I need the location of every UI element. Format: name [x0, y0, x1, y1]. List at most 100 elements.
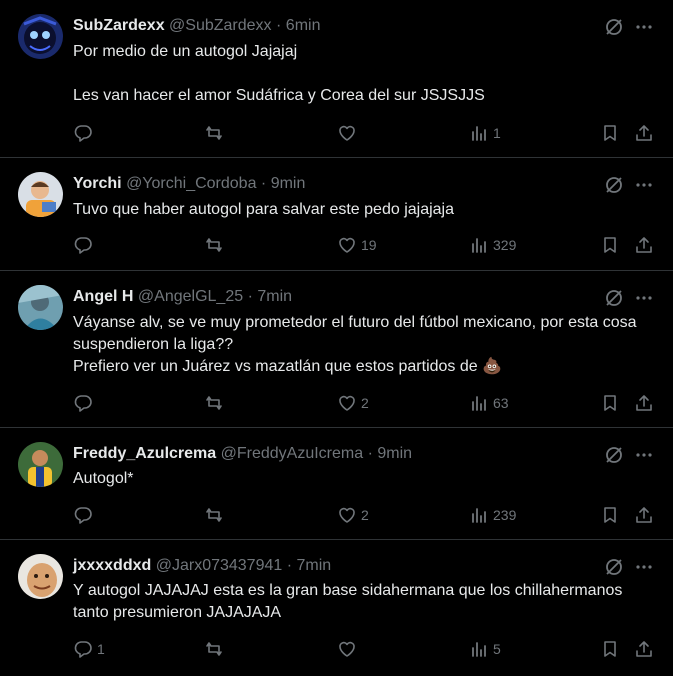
share-button[interactable] — [634, 234, 654, 256]
tweet-header: jxxxxddxd @Jarx073437941 · 7min — [73, 555, 331, 577]
repost-button[interactable] — [204, 504, 228, 526]
bookmark-icon — [604, 641, 616, 657]
bookmark-button[interactable] — [600, 122, 620, 144]
reply-button[interactable] — [73, 234, 97, 256]
timestamp[interactable]: 7min — [257, 288, 292, 305]
action-bar: 19 329 — [0, 234, 673, 256]
tweet-line: Y autogol JAJAJAJ esta es la gran base s… — [73, 582, 623, 621]
tweet[interactable]: SubZardexx @SubZardexx · 6min Por medio … — [0, 0, 673, 158]
tweet-line: Autogol* — [73, 470, 134, 487]
more-icon[interactable] — [634, 288, 654, 308]
views-button[interactable]: 63 — [469, 392, 509, 414]
share-icon — [636, 507, 652, 523]
avatar[interactable] — [18, 442, 63, 487]
reply-icon — [74, 641, 92, 658]
user-handle[interactable]: @AngelGL_25 — [138, 288, 243, 305]
bookmark-button[interactable] — [600, 234, 620, 256]
share-button[interactable] — [634, 504, 654, 526]
tweet[interactable]: jxxxxddxd @Jarx073437941 · 7min Y autogo… — [0, 540, 673, 676]
bookmark-icon — [604, 125, 616, 141]
grok-icon[interactable] — [604, 288, 624, 308]
avatar[interactable] — [18, 172, 63, 217]
bookmark-button[interactable] — [600, 638, 620, 660]
action-bar: 1 5 — [0, 638, 673, 660]
share-icon — [636, 125, 652, 141]
share-icon — [636, 237, 652, 253]
tweet[interactable]: Freddy_Azulcrema @FreddyAzuIcrema · 9min… — [0, 428, 673, 540]
user-handle[interactable]: @FreddyAzuIcrema — [221, 445, 364, 462]
views-button[interactable]: 1 — [469, 122, 501, 144]
view-count: 329 — [493, 237, 517, 253]
timestamp[interactable]: 6min — [286, 17, 321, 34]
like-count: 2 — [361, 507, 369, 523]
share-button[interactable] — [634, 638, 654, 660]
tweet[interactable]: Angel H @AngelGL_25 · 7min Váyanse alv, … — [0, 271, 673, 428]
display-name[interactable]: SubZardexx — [73, 17, 165, 34]
views-button[interactable]: 5 — [469, 638, 501, 660]
avatar-image — [18, 554, 63, 599]
more-icon[interactable] — [634, 17, 654, 37]
display-name[interactable]: Angel H — [73, 288, 133, 305]
avatar[interactable] — [18, 554, 63, 599]
views-button[interactable]: 239 — [469, 504, 516, 526]
user-handle[interactable]: @SubZardexx — [169, 17, 272, 34]
views-button[interactable]: 329 — [469, 234, 516, 256]
tweet-text: Por medio de un autogol Jajajaj Les van … — [73, 41, 658, 107]
grok-icon[interactable] — [604, 557, 624, 577]
user-handle[interactable]: @Yorchi_Cordoba — [126, 175, 256, 192]
tweet-line: Les van hacer el amor Sudáfrica y Corea … — [73, 87, 485, 104]
repost-button[interactable] — [204, 392, 228, 414]
repost-button[interactable] — [204, 122, 228, 144]
share-icon — [636, 395, 652, 411]
tweet[interactable]: Yorchi @Yorchi_Cordoba · 9min Tuvo que h… — [0, 158, 673, 271]
avatar[interactable] — [18, 285, 63, 330]
reply-button[interactable] — [73, 122, 97, 144]
grok-icon[interactable] — [604, 445, 624, 465]
bookmark-icon — [604, 395, 616, 411]
like-button[interactable] — [337, 122, 361, 144]
avatar-image — [18, 442, 63, 487]
reply-count: 1 — [97, 641, 105, 657]
tweet-header: Angel H @AngelGL_25 · 7min — [73, 286, 292, 308]
timestamp[interactable]: 9min — [271, 175, 306, 192]
tweet-header: SubZardexx @SubZardexx · 6min — [73, 15, 320, 37]
repost-icon — [206, 238, 222, 252]
views-icon — [472, 508, 486, 523]
like-button[interactable]: 2 — [337, 392, 369, 414]
repost-icon — [206, 126, 222, 140]
repost-button[interactable] — [204, 234, 228, 256]
repost-button[interactable] — [204, 638, 228, 660]
like-icon — [339, 507, 355, 523]
view-count: 63 — [493, 395, 509, 411]
timestamp[interactable]: 9min — [377, 445, 412, 462]
like-count: 19 — [361, 237, 377, 253]
reply-icon — [74, 237, 92, 254]
reply-button[interactable] — [73, 504, 97, 526]
avatar[interactable] — [18, 14, 63, 59]
bookmark-button[interactable] — [600, 392, 620, 414]
reply-button[interactable]: 1 — [73, 638, 105, 660]
reply-button[interactable] — [73, 392, 97, 414]
timestamp[interactable]: 7min — [297, 557, 332, 574]
like-button[interactable]: 19 — [337, 234, 377, 256]
share-button[interactable] — [634, 392, 654, 414]
grok-icon[interactable] — [604, 17, 624, 37]
like-icon — [339, 125, 355, 141]
display-name[interactable]: jxxxxddxd — [73, 557, 151, 574]
share-button[interactable] — [634, 122, 654, 144]
user-handle[interactable]: @Jarx073437941 — [156, 557, 283, 574]
separator: · — [367, 445, 373, 462]
more-icon[interactable] — [634, 445, 654, 465]
grok-icon[interactable] — [604, 175, 624, 195]
like-button[interactable]: 2 — [337, 504, 369, 526]
more-icon[interactable] — [634, 175, 654, 195]
more-icon[interactable] — [634, 557, 654, 577]
display-name[interactable]: Freddy_Azulcrema — [73, 445, 216, 462]
separator: · — [286, 557, 293, 574]
like-button[interactable] — [337, 638, 361, 660]
display-name[interactable]: Yorchi — [73, 175, 122, 192]
action-bar: 2 63 — [0, 392, 673, 414]
view-count: 239 — [493, 507, 517, 523]
bookmark-button[interactable] — [600, 504, 620, 526]
avatar-image — [18, 14, 63, 59]
